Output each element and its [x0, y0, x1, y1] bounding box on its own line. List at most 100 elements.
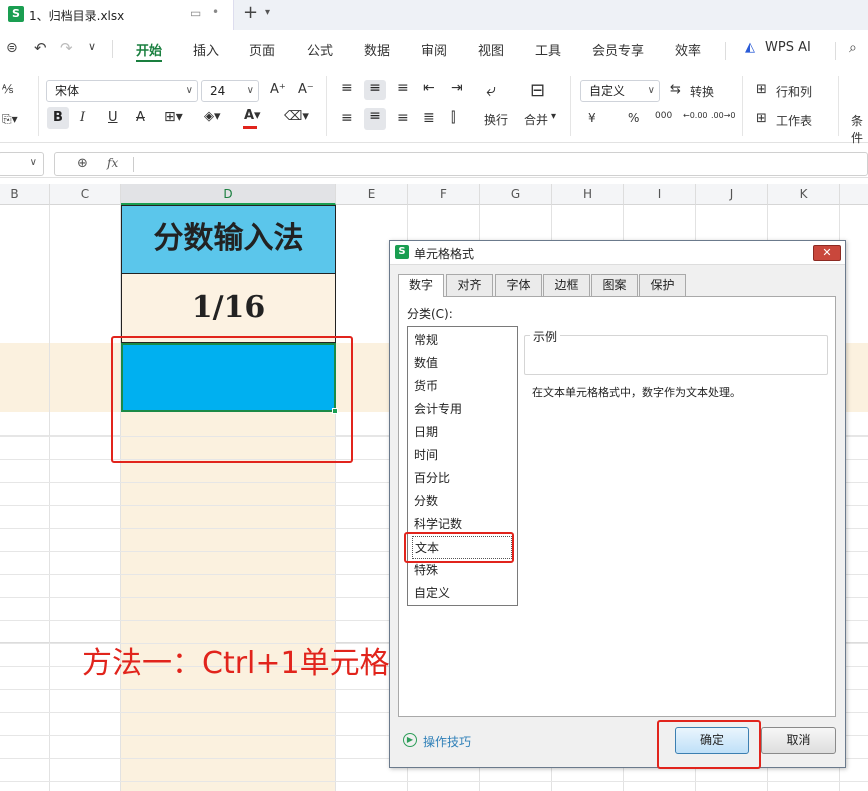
wrap-button[interactable]: 换行 — [484, 111, 508, 128]
undo-icon[interactable]: ↶ — [34, 39, 47, 57]
menu-page[interactable]: 页面 — [249, 40, 275, 59]
justify-icon[interactable]: ≣ — [423, 110, 435, 126]
worksheet-button[interactable]: 工作表 — [776, 112, 812, 129]
row-col-icon[interactable]: ⊞ — [756, 82, 767, 97]
list-item[interactable]: 百分比 — [412, 467, 450, 490]
column-header-k[interactable]: K — [768, 184, 840, 205]
cell-d2-fraction[interactable]: 1/16 — [121, 274, 336, 343]
column-header-i[interactable]: I — [624, 184, 696, 205]
view-icon[interactable]: ⊜ — [6, 40, 18, 56]
row-col-button[interactable]: 行和列 — [776, 83, 812, 100]
tips-link[interactable]: 操作技巧 — [423, 733, 471, 750]
name-box[interactable]: ∨ — [0, 152, 44, 176]
tab-font[interactable]: 字体 — [495, 274, 542, 296]
column-header-c[interactable]: C — [50, 184, 121, 205]
increase-font-icon[interactable]: A⁺ — [270, 82, 286, 97]
column-header-e[interactable]: E — [336, 184, 408, 205]
column-header-h[interactable]: H — [552, 184, 624, 205]
eraser-icon[interactable]: ⌫▾ — [284, 109, 309, 124]
fx-icon[interactable]: fx — [107, 156, 118, 170]
tab-pattern[interactable]: 图案 — [591, 274, 638, 296]
tab-alignment[interactable]: 对齐 — [446, 274, 493, 296]
file-tab[interactable]: S 1、归档目录.xlsx ▭ • — [0, 0, 234, 30]
menu-data[interactable]: 数据 — [364, 40, 390, 59]
list-item[interactable]: 分数 — [412, 490, 438, 513]
border-icon[interactable]: ⊞▾ — [164, 109, 183, 125]
list-item[interactable]: 常规 — [412, 329, 438, 352]
menu-formula[interactable]: 公式 — [307, 40, 333, 59]
list-item[interactable]: 数值 — [412, 352, 438, 375]
formula-input[interactable]: ⊕ fx — [54, 152, 868, 176]
merge-button[interactable]: 合并 — [524, 111, 548, 128]
cell-d1-title[interactable]: 分数输入法 — [121, 205, 336, 274]
tab-border[interactable]: 边框 — [543, 274, 590, 296]
font-size-select[interactable]: 24 ∨ — [201, 80, 259, 102]
column-header-b[interactable]: B — [0, 184, 50, 205]
tab-protection[interactable]: 保护 — [639, 274, 686, 296]
redo-icon[interactable]: ↷ — [60, 39, 73, 57]
indent-decrease-icon[interactable]: ⇤ — [423, 80, 435, 96]
dialog-titlebar: S 单元格格式 ✕ — [390, 241, 845, 265]
column-header-f[interactable]: F — [408, 184, 480, 205]
new-tab-icon[interactable]: + — [243, 2, 258, 23]
align-center-icon[interactable]: ≡ — [364, 108, 386, 130]
align-right-icon[interactable]: ≡ — [397, 110, 409, 126]
list-item[interactable]: 自定义 — [412, 582, 450, 605]
conditional-button[interactable]: 条件 — [851, 112, 868, 146]
menu-divider-3 — [835, 42, 836, 60]
decimal-decrease-button[interactable]: .00→0 — [711, 111, 736, 120]
column-header-j[interactable]: J — [696, 184, 768, 205]
thousands-button[interactable]: 000 — [655, 111, 672, 121]
list-item[interactable]: 货币 — [412, 375, 438, 398]
category-list[interactable]: 常规 数值 货币 会计专用 日期 时间 百分比 分数 科学记数 文本 特殊 自定… — [407, 326, 518, 606]
align-middle-icon[interactable]: ≡ — [364, 80, 386, 100]
merge-icon[interactable]: ⊟ — [530, 80, 545, 101]
menu-home[interactable]: 开始 — [136, 40, 162, 59]
worksheet-icon[interactable]: ⊞ — [756, 111, 767, 126]
font-color-icon[interactable]: A▾ — [244, 108, 261, 123]
column-header-d[interactable]: D — [121, 184, 336, 205]
decimal-increase-button[interactable]: ←0.00 — [683, 111, 708, 120]
fill-color-icon[interactable]: ◈▾ — [204, 109, 221, 124]
zoom-icon[interactable]: ⊕ — [77, 156, 88, 171]
convert-button[interactable]: 转换 — [690, 83, 714, 100]
indent-increase-icon[interactable]: ⇥ — [451, 80, 463, 96]
currency-button[interactable]: ¥ — [588, 111, 596, 125]
strikethrough-button[interactable]: A — [136, 110, 145, 125]
merge-chevron-icon[interactable]: ▾ — [551, 111, 556, 122]
menu-view[interactable]: 视图 — [478, 40, 504, 59]
distribute-icon[interactable]: ⫿ — [451, 110, 455, 126]
list-item[interactable]: 时间 — [412, 444, 438, 467]
monitor-icon[interactable]: ▭ — [190, 6, 201, 20]
bold-button[interactable]: B — [47, 107, 69, 129]
paste-icon[interactable]: ⎘▾ — [2, 112, 18, 127]
tab-number[interactable]: 数字 — [398, 274, 444, 297]
italic-button[interactable]: I — [80, 110, 85, 125]
search-icon[interactable]: ⌕ — [849, 40, 857, 56]
menu-efficiency[interactable]: 效率 — [675, 40, 701, 59]
align-left-icon[interactable]: ≡ — [341, 110, 353, 126]
align-bottom-icon[interactable]: ≡ — [397, 80, 409, 96]
font-name-select[interactable]: 宋体 ∨ — [46, 80, 198, 102]
tab-list-chevron-icon[interactable]: ▾ — [265, 7, 270, 18]
wrap-icon[interactable]: ⤶ — [486, 80, 496, 101]
underline-button[interactable]: U — [108, 110, 118, 125]
list-item[interactable]: 会计专用 — [412, 398, 462, 421]
menu-member[interactable]: 会员专享 — [592, 40, 644, 59]
menu-tools[interactable]: 工具 — [535, 40, 561, 59]
column-header-g[interactable]: G — [480, 184, 552, 205]
more-chevron-icon[interactable]: ∨ — [88, 40, 96, 53]
decrease-font-icon[interactable]: A⁻ — [298, 82, 314, 97]
number-format-select[interactable]: 自定义 ∨ — [580, 80, 660, 102]
menu-wps-ai[interactable]: WPS AI — [765, 40, 811, 55]
align-top-icon[interactable]: ≡ — [341, 80, 353, 96]
menu-review[interactable]: 审阅 — [421, 40, 447, 59]
chevron-down-icon: ∨ — [246, 85, 254, 96]
list-item[interactable]: 日期 — [412, 421, 438, 444]
menu-insert[interactable]: 插入 — [193, 40, 219, 59]
cancel-button[interactable]: 取消 — [761, 727, 836, 754]
percent-button[interactable]: % — [628, 111, 639, 125]
format-painter-icon[interactable]: ⅍ — [2, 82, 13, 96]
convert-icon[interactable]: ⇆ — [670, 82, 681, 97]
close-icon[interactable]: ✕ — [813, 245, 841, 261]
